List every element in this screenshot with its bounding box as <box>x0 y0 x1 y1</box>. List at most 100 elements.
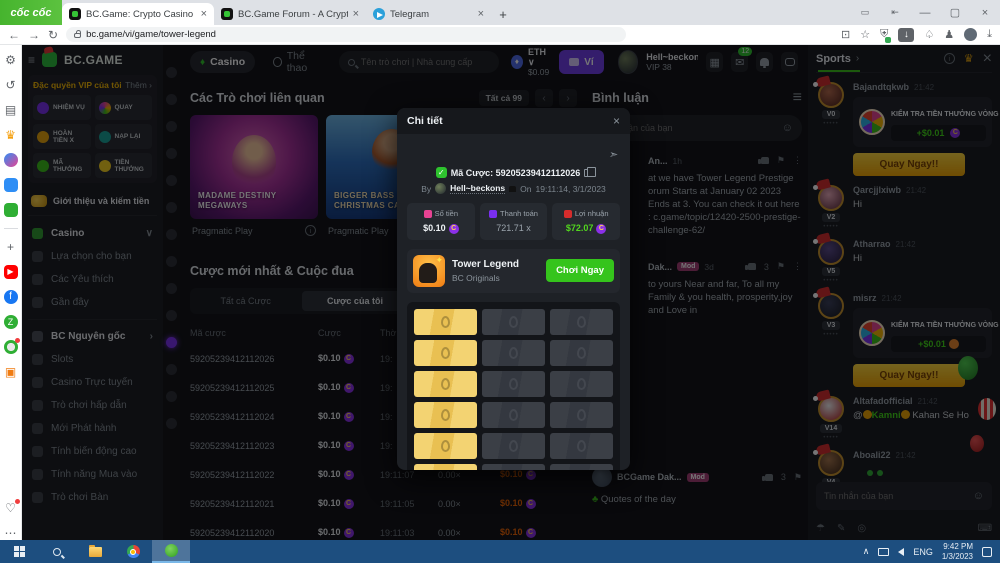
profit-icon <box>564 210 572 218</box>
games-icon[interactable] <box>4 203 18 217</box>
screenshot-icon[interactable]: ▭ <box>850 7 880 18</box>
lock-icon <box>74 33 81 38</box>
tab-telegram[interactable]: Telegram × <box>366 3 491 25</box>
clock[interactable]: 9:42 PM1/3/2023 <box>942 542 973 562</box>
bettor-avatar[interactable] <box>435 183 446 194</box>
forward-button[interactable]: → <box>28 28 40 42</box>
verified-shield-icon: ✓ <box>436 167 447 178</box>
tower-cell <box>482 402 545 428</box>
tower-cell <box>550 464 613 470</box>
add-shortcut-icon[interactable]: + <box>4 240 18 254</box>
tower-cell <box>550 309 613 335</box>
translate-icon[interactable]: ⊡ <box>841 28 850 41</box>
amount-icon <box>424 210 432 218</box>
start-button[interactable] <box>0 540 38 563</box>
tab-close-icon[interactable]: × <box>353 8 359 20</box>
newsfeed-icon[interactable]: ▤ <box>4 103 18 117</box>
bet-id: 59205239412112026 <box>496 168 581 178</box>
tab-forum[interactable]: BC.Game Forum - A Cryptoc. × <box>214 3 366 25</box>
alerts-bell-icon[interactable]: ♡ <box>4 501 18 515</box>
adblock-shield-icon[interactable]: ⛨ <box>880 28 888 41</box>
tower-cell <box>482 309 545 335</box>
history-icon[interactable]: ↺ <box>4 78 18 92</box>
play-now-button[interactable]: Chơi Ngay <box>546 259 614 282</box>
tray-expand-icon[interactable]: ∧ <box>863 546 870 557</box>
bcgame-page: ≡ BC.GAME Đặc quyền VIP của tôi Thêm › N… <box>22 45 1000 540</box>
close-button[interactable]: × <box>970 7 1000 19</box>
boss-key-icon[interactable]: ⇤ <box>880 7 910 18</box>
coin-icon <box>596 224 606 234</box>
messenger-icon[interactable] <box>4 153 18 167</box>
tower-cell-selected <box>414 433 477 459</box>
tab-close-icon[interactable]: × <box>201 8 207 20</box>
tower-cell-selected <box>414 464 477 470</box>
vip-crown-icon[interactable]: ♛ <box>4 128 18 142</box>
modal-close-icon[interactable]: × <box>613 114 620 128</box>
action-center-icon[interactable] <box>982 547 992 557</box>
browser-side-strip: ⚙ ↺ ▤ ♛ + ▶ f Z ▣ ♡ ⋯ <box>0 45 22 540</box>
address-bar[interactable]: bc.game/vi/game/tower-legend <box>66 27 626 42</box>
telegram-favicon <box>373 8 385 20</box>
url-text: bc.game/vi/game/tower-legend <box>86 29 216 40</box>
browser-tabbar: cốc cốc BC.Game: Crypto Casino Gan × BC.… <box>0 0 1000 25</box>
hat-icon <box>509 186 516 192</box>
tower-cell <box>482 464 545 470</box>
tower-result-grid <box>407 302 620 470</box>
tower-cell <box>550 433 613 459</box>
settings-gear-icon[interactable]: ⚙ <box>4 53 18 67</box>
maximize-button[interactable]: ▢ <box>940 6 970 19</box>
download-tray-icon[interactable]: ⤓ <box>987 28 992 41</box>
coccoc-logo[interactable]: cốc cốc <box>0 0 62 25</box>
sheets-icon[interactable] <box>4 340 18 354</box>
taskbar-search-icon[interactable] <box>38 540 76 563</box>
minimize-button[interactable]: — <box>910 7 940 19</box>
tower-cell <box>482 340 545 366</box>
coccoc-taskbar-icon[interactable] <box>152 540 190 563</box>
language-indicator[interactable]: ENG <box>913 547 933 557</box>
bcgame-favicon <box>69 8 81 20</box>
tower-cell <box>482 371 545 397</box>
coccoc-music-icon[interactable] <box>4 178 18 192</box>
browser-profile-avatar[interactable] <box>964 28 977 41</box>
game-row: Tower Legend BC Originals Chơi Ngay <box>407 249 620 293</box>
youtube-icon[interactable]: ▶ <box>4 265 18 279</box>
copy-icon[interactable] <box>584 169 591 177</box>
tower-cell-selected <box>414 371 477 397</box>
tower-legend-icon[interactable] <box>413 255 445 287</box>
facebook-icon[interactable]: f <box>4 290 18 304</box>
tower-cell-selected <box>414 309 477 335</box>
more-icon[interactable]: ⋯ <box>4 526 18 540</box>
reload-button[interactable]: ↻ <box>48 28 58 42</box>
download-active-icon[interactable]: ↓ <box>898 28 914 42</box>
new-tab-button[interactable]: + <box>491 3 515 25</box>
file-explorer-icon[interactable] <box>76 540 114 563</box>
tower-cell-selected <box>414 340 477 366</box>
forum-favicon <box>221 8 233 20</box>
stat-payout: Thanh toán 721.71 x <box>480 203 548 240</box>
bookmark-star-icon[interactable]: ☆ <box>860 28 870 41</box>
add-person-icon[interactable]: ♟ <box>944 28 954 41</box>
tab-close-icon[interactable]: × <box>478 8 484 20</box>
tab-bcgame[interactable]: BC.Game: Crypto Casino Gan × <box>62 3 214 25</box>
chrome-icon[interactable] <box>114 540 152 563</box>
game-provider: BC Originals <box>452 273 519 283</box>
back-button[interactable]: ← <box>8 28 20 42</box>
shop-cart-icon[interactable]: ▣ <box>4 365 18 379</box>
notification-bell-icon[interactable]: ♤ <box>924 28 934 41</box>
share-icon[interactable]: ➣ <box>608 148 619 161</box>
tower-cell <box>482 433 545 459</box>
volume-icon[interactable] <box>898 548 904 556</box>
bettor-name[interactable]: Hell~beckons <box>450 183 505 194</box>
screen: cốc cốc BC.Game: Crypto Casino Gan × BC.… <box>0 0 1000 563</box>
payout-icon <box>489 210 497 218</box>
tower-cell <box>550 402 613 428</box>
tower-cell <box>550 371 613 397</box>
zalo-icon[interactable]: Z <box>4 315 18 329</box>
windows-taskbar: ∧ ENG 9:42 PM1/3/2023 <box>0 540 1000 563</box>
game-title[interactable]: Tower Legend <box>452 259 519 270</box>
divider <box>4 228 18 229</box>
stat-amount: Số tiền $0.10 <box>407 203 475 240</box>
coin-icon <box>449 224 459 234</box>
browser-toolbar: ← → ↻ bc.game/vi/game/tower-legend ⊡ ☆ ⛨… <box>0 25 1000 45</box>
network-icon[interactable] <box>878 548 889 556</box>
